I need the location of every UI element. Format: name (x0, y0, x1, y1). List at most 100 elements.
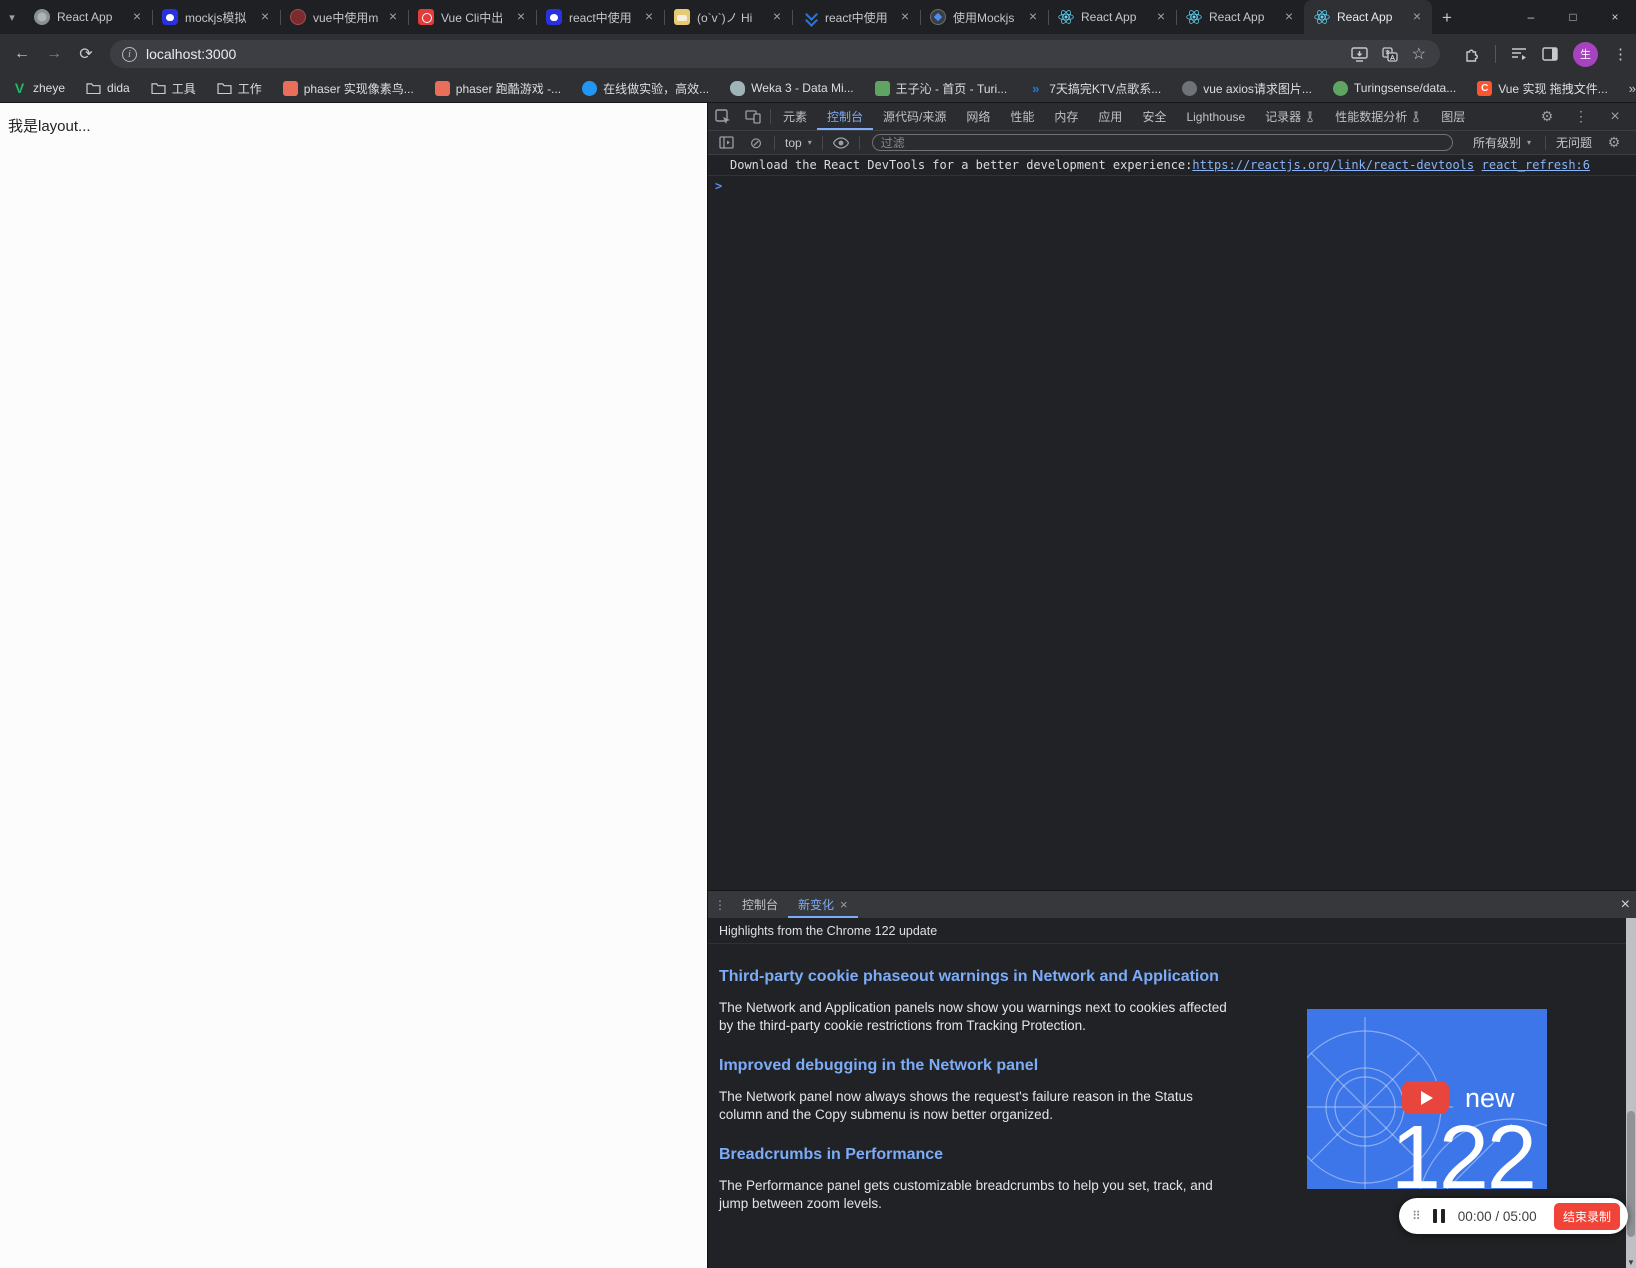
panel-tab-layers[interactable]: 图层 (1431, 103, 1475, 130)
drawer-menu-icon[interactable]: ⋮ (708, 891, 732, 918)
stop-recording-button[interactable]: 结束录制 (1553, 1202, 1620, 1230)
tab-use-mockjs[interactable]: 使用Mockjs × (920, 0, 1048, 34)
address-input[interactable] (146, 46, 1342, 62)
drawer-tab-close-icon[interactable]: × (840, 897, 848, 912)
media-controls-icon[interactable] (1511, 47, 1527, 61)
drawer-tab-console[interactable]: 控制台 (732, 891, 788, 918)
bookmark-ktv[interactable]: » 7天搞完KTV点歌系... (1028, 80, 1161, 97)
whats-new-section-title[interactable]: Improved debugging in the Network panel (719, 1057, 1319, 1075)
bookmarks-overflow-icon[interactable]: » (1629, 81, 1636, 96)
translate-icon[interactable] (1382, 46, 1398, 62)
tab-hi[interactable]: (o`v`)ノ Hi × (664, 0, 792, 34)
bookmark-folder-dida[interactable]: dida (86, 81, 130, 96)
panel-tab-network[interactable]: 网络 (956, 103, 1000, 130)
maximize-button[interactable]: □ (1552, 0, 1594, 34)
window-close-button[interactable]: × (1594, 0, 1636, 34)
bookmark-homepage[interactable]: 王子沁 - 首页 - Turi... (874, 80, 1007, 97)
site-info-icon[interactable]: i (122, 46, 137, 62)
tab-close-icon[interactable]: × (1409, 9, 1425, 25)
tab-close-icon[interactable]: × (1025, 9, 1041, 25)
console-settings-gear-icon[interactable]: ⚙ (1602, 133, 1626, 153)
tab-react-usage-2[interactable]: react中使用 × (792, 0, 920, 34)
back-button[interactable]: ← (8, 39, 36, 69)
console-message-source-link[interactable]: react_refresh:6 (1482, 158, 1590, 172)
minimize-button[interactable]: – (1510, 0, 1552, 34)
tab-close-icon[interactable]: × (769, 9, 785, 25)
devtools-menu-icon[interactable]: ⋮ (1566, 108, 1596, 125)
log-levels-dropdown[interactable]: 所有级别 ▾ (1469, 134, 1535, 151)
panel-tab-security[interactable]: 安全 (1132, 103, 1176, 130)
devtools-close-icon[interactable]: × (1600, 108, 1630, 126)
drawer-close-icon[interactable]: × (1621, 891, 1630, 918)
tab-react-app-2[interactable]: React App × (1048, 0, 1176, 34)
chrome-122-promo-image[interactable]: new 122 (1307, 1009, 1547, 1189)
profile-avatar[interactable]: 生 (1573, 41, 1598, 67)
tab-close-icon[interactable]: × (385, 9, 401, 25)
tab-close-icon[interactable]: × (129, 9, 145, 25)
scrollbar-down-arrow-icon[interactable]: ▼ (1626, 1256, 1636, 1268)
tab-react-app-3[interactable]: React App × (1176, 0, 1304, 34)
panel-tab-console[interactable]: 控制台 (817, 103, 873, 130)
bookmark-folder-tools[interactable]: 工具 (151, 80, 196, 97)
bookmark-phaser-bird[interactable]: phaser 实现像素鸟... (282, 80, 414, 97)
panel-tab-lighthouse[interactable]: Lighthouse (1176, 103, 1255, 130)
tab-close-icon[interactable]: × (1281, 9, 1297, 25)
tab-close-icon[interactable]: × (257, 9, 273, 25)
bookmark-online-lab[interactable]: 在线做实验，高效... (582, 80, 709, 97)
tab-react-usage-1[interactable]: react中使用 × (536, 0, 664, 34)
panel-tab-memory[interactable]: 内存 (1044, 103, 1088, 130)
eye-icon[interactable] (829, 133, 853, 153)
omnibox[interactable]: i ☆ (110, 40, 1440, 68)
panel-tab-elements[interactable]: 元素 (773, 103, 817, 130)
forward-button[interactable]: → (40, 39, 68, 69)
clear-console-icon[interactable]: ⊘ (744, 133, 768, 153)
bookmark-zheye[interactable]: V zheye (12, 80, 65, 96)
tab-vue-cli[interactable]: Vue Cli中出 × (408, 0, 536, 34)
tab-close-icon[interactable]: × (897, 9, 913, 25)
whats-new-section-title[interactable]: Third-party cookie phaseout warnings in … (719, 968, 1319, 986)
issues-counter[interactable]: 无问题 (1556, 134, 1592, 151)
tab-close-icon[interactable]: × (1153, 9, 1169, 25)
console-message-link[interactable]: https://reactjs.org/link/react-devtools (1192, 158, 1474, 172)
panel-tab-sources[interactable]: 源代码/来源 (873, 103, 956, 130)
drawer-tab-whats-new[interactable]: 新变化 × (788, 891, 858, 918)
tab-close-icon[interactable]: × (641, 9, 657, 25)
screen-recorder-controls: ⠿ 00:00 / 05:00 结束录制 (1399, 1198, 1628, 1234)
tab-vue-usage[interactable]: vue中使用m × (280, 0, 408, 34)
site-favicon (290, 9, 306, 25)
bookmark-vue-drag[interactable]: C Vue 实现 拖拽文件... (1477, 80, 1608, 97)
pause-recording-icon[interactable] (1432, 1209, 1445, 1223)
scrollbar-thumb[interactable] (1627, 1110, 1635, 1237)
tab-react-app-1[interactable]: React App × (24, 0, 152, 34)
reload-button[interactable]: ⟳ (72, 39, 100, 69)
panel-tab-label: 应用 (1098, 110, 1123, 124)
bookmark-turingsense[interactable]: Turingsense/data... (1332, 80, 1456, 96)
tab-react-app-active[interactable]: React App × (1304, 0, 1432, 34)
console-filter-input[interactable] (871, 134, 1453, 151)
tab-search-icon[interactable]: ▾ (0, 0, 24, 34)
bookmark-folder-work[interactable]: 工作 (217, 80, 262, 97)
panel-tab-performance[interactable]: 性能 (1000, 103, 1044, 130)
extensions-icon[interactable] (1464, 46, 1480, 62)
side-panel-icon[interactable] (1542, 47, 1558, 61)
bookmark-weka[interactable]: Weka 3 - Data Mi... (730, 80, 854, 96)
device-toolbar-icon[interactable] (738, 103, 768, 130)
console-prompt[interactable]: > (708, 176, 1636, 196)
whats-new-section-title[interactable]: Breadcrumbs in Performance (719, 1146, 1319, 1164)
console-sidebar-icon[interactable] (714, 133, 738, 153)
browser-menu-icon[interactable]: ⋮ (1613, 45, 1628, 63)
panel-tab-recorder[interactable]: 记录器 (1255, 103, 1325, 130)
drag-handle-icon[interactable]: ⠿ (1412, 1209, 1421, 1223)
bookmark-star-icon[interactable]: ☆ (1412, 44, 1426, 64)
bookmark-vue-axios[interactable]: vue axios请求图片... (1182, 80, 1312, 97)
panel-tab-performance-insights[interactable]: 性能数据分析 (1325, 103, 1431, 130)
tab-close-icon[interactable]: × (513, 9, 529, 25)
panel-tab-application[interactable]: 应用 (1088, 103, 1132, 130)
tab-mockjs[interactable]: mockjs模拟 × (152, 0, 280, 34)
new-tab-button[interactable]: + (1432, 4, 1462, 32)
inspect-element-icon[interactable] (708, 103, 738, 130)
bookmark-phaser-game[interactable]: phaser 跑酷游戏 -... (434, 80, 561, 97)
install-icon[interactable] (1350, 46, 1368, 62)
settings-gear-icon[interactable]: ⚙ (1532, 108, 1562, 125)
context-selector[interactable]: top ▾ (781, 136, 816, 150)
